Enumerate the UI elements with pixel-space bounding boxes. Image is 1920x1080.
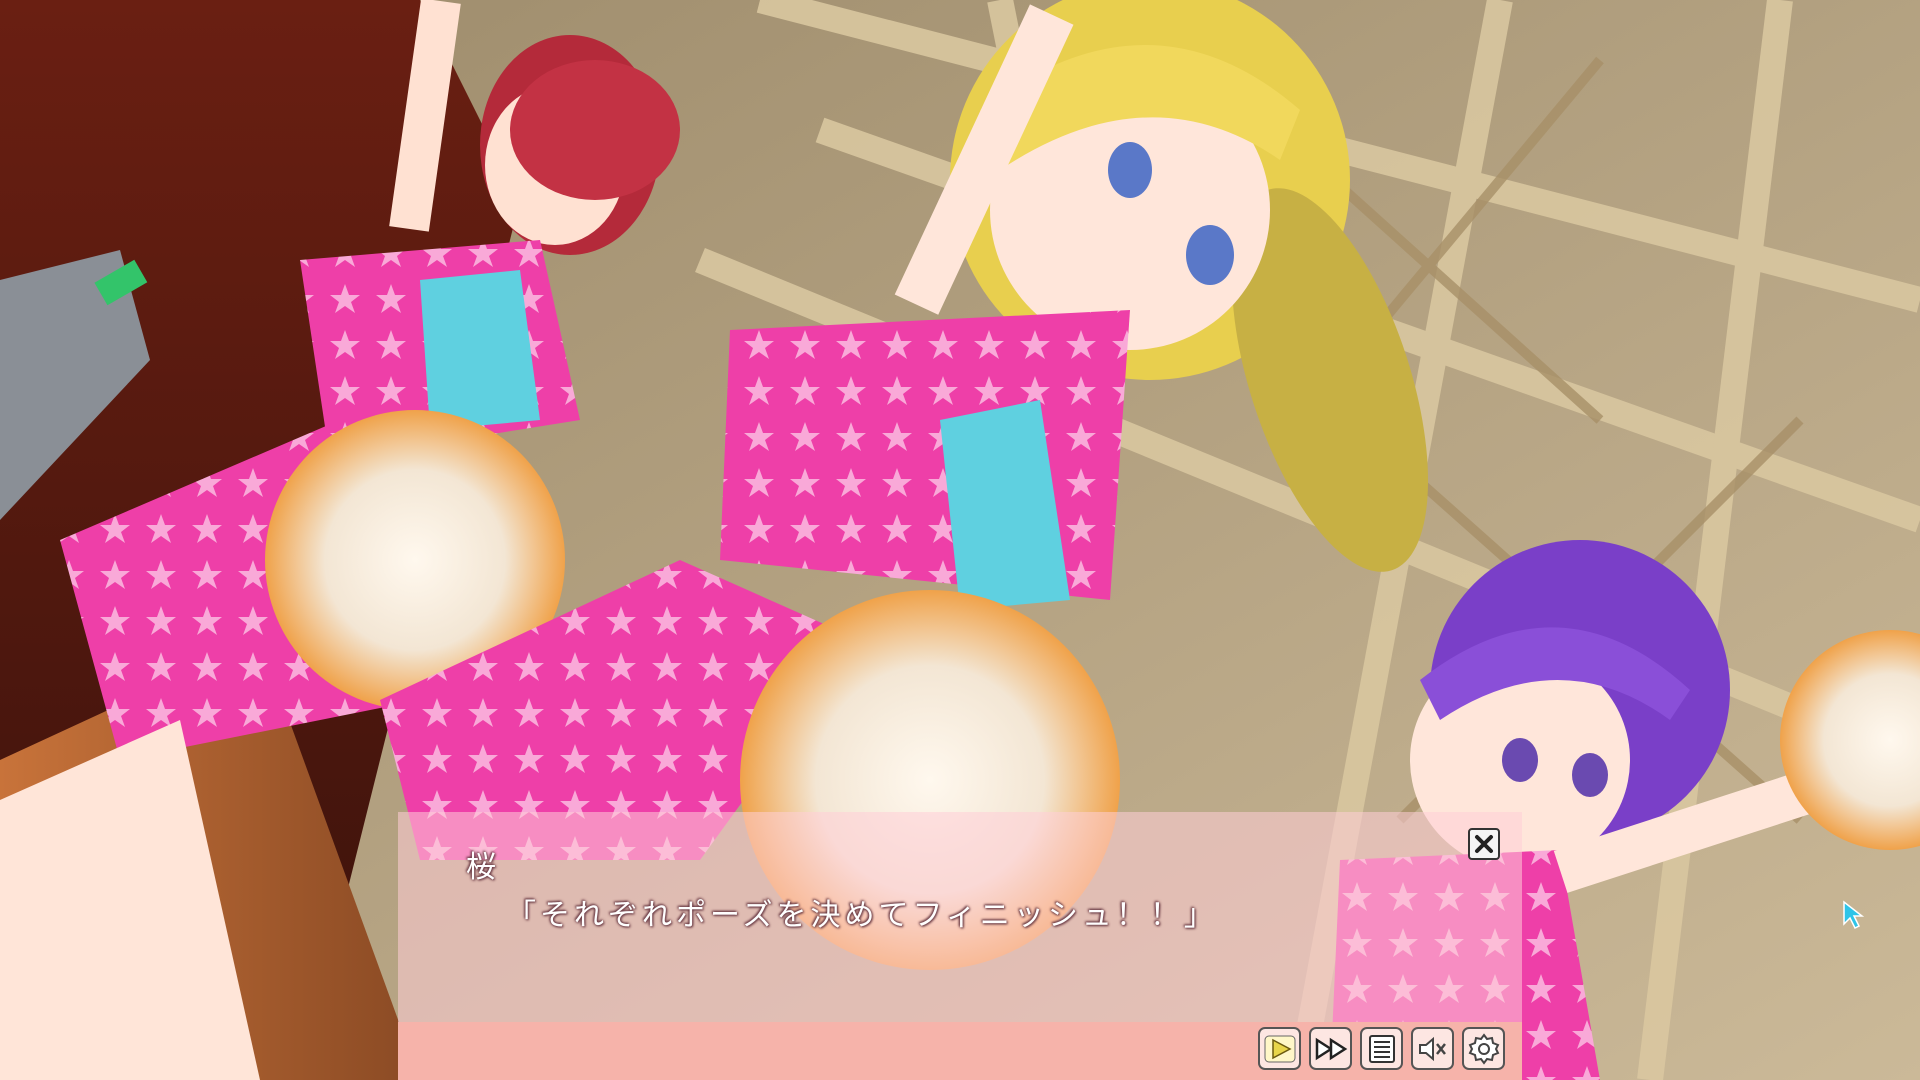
auto-play-button[interactable] — [1258, 1027, 1301, 1070]
dialogue-text-panel[interactable]: 桜 「それぞれポーズを決めてフィニッシュ！！」 — [398, 812, 1522, 1022]
backlog-button[interactable] — [1360, 1027, 1403, 1070]
mute-speaker-icon — [1419, 1036, 1446, 1062]
mouse-pointer-icon — [1843, 900, 1865, 930]
voice-mute-button[interactable] — [1411, 1027, 1454, 1070]
config-button[interactable] — [1462, 1027, 1505, 1070]
gear-icon — [1468, 1033, 1500, 1065]
game-screen[interactable]: 桜 「それぞれポーズを決めてフィニッシュ！！」 — [0, 0, 1920, 1080]
close-window-button[interactable] — [1468, 828, 1500, 860]
play-icon — [1264, 1035, 1296, 1063]
fast-forward-icon — [1315, 1037, 1348, 1061]
close-x-icon — [1475, 835, 1493, 853]
skip-button[interactable] — [1309, 1027, 1352, 1070]
dialogue-controls — [1258, 1027, 1505, 1073]
speaker-name: 桜 — [466, 850, 496, 885]
dialogue-window[interactable]: 桜 「それぞれポーズを決めてフィニッシュ！！」 — [398, 812, 1522, 1080]
backlog-list-icon — [1369, 1035, 1395, 1063]
dialogue-line: 「それぞれポーズを決めてフィニッシュ！！」 — [506, 898, 1218, 933]
